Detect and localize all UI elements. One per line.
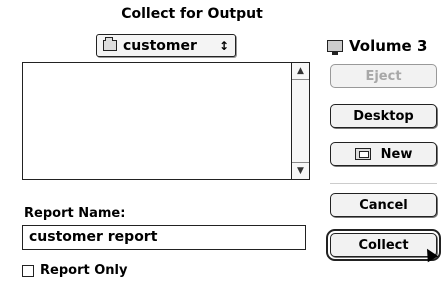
folder-icon [103,37,117,51]
collect-button[interactable]: Collect [326,229,441,261]
file-list[interactable]: ▲ ▼ [22,62,310,180]
button-divider [330,183,437,184]
scroll-down-arrow-icon[interactable]: ▼ [292,162,309,179]
report-only-label: Report Only [40,263,128,278]
desktop-button[interactable]: Desktop [330,104,437,128]
report-only-checkbox[interactable] [22,264,34,277]
popup-arrows-icon: ↕ [218,38,229,53]
new-folder-icon [354,148,371,160]
scroll-up-arrow-icon[interactable]: ▲ [292,63,309,80]
volume-indicator: Volume 3 [327,37,427,55]
disk-icon [327,40,343,55]
cancel-button[interactable]: Cancel [330,193,437,217]
folder-popup-label: customer [123,37,197,54]
new-folder-button[interactable]: New [330,142,437,166]
collect-for-output-dialog: Collect for Output customer ↕ Volume 3 ▲… [0,0,443,290]
folder-popup-menu[interactable]: customer ↕ [96,34,236,57]
report-name-field[interactable]: customer report [22,225,306,250]
file-list-scrollbar[interactable]: ▲ ▼ [291,63,309,179]
report-only-option[interactable]: Report Only [22,263,127,278]
eject-button[interactable]: Eject [330,64,437,88]
dialog-title: Collect for Output [121,6,263,22]
report-name-label: Report Name: [24,206,126,221]
new-folder-label: New [380,146,413,162]
volume-label: Volume 3 [349,37,428,55]
